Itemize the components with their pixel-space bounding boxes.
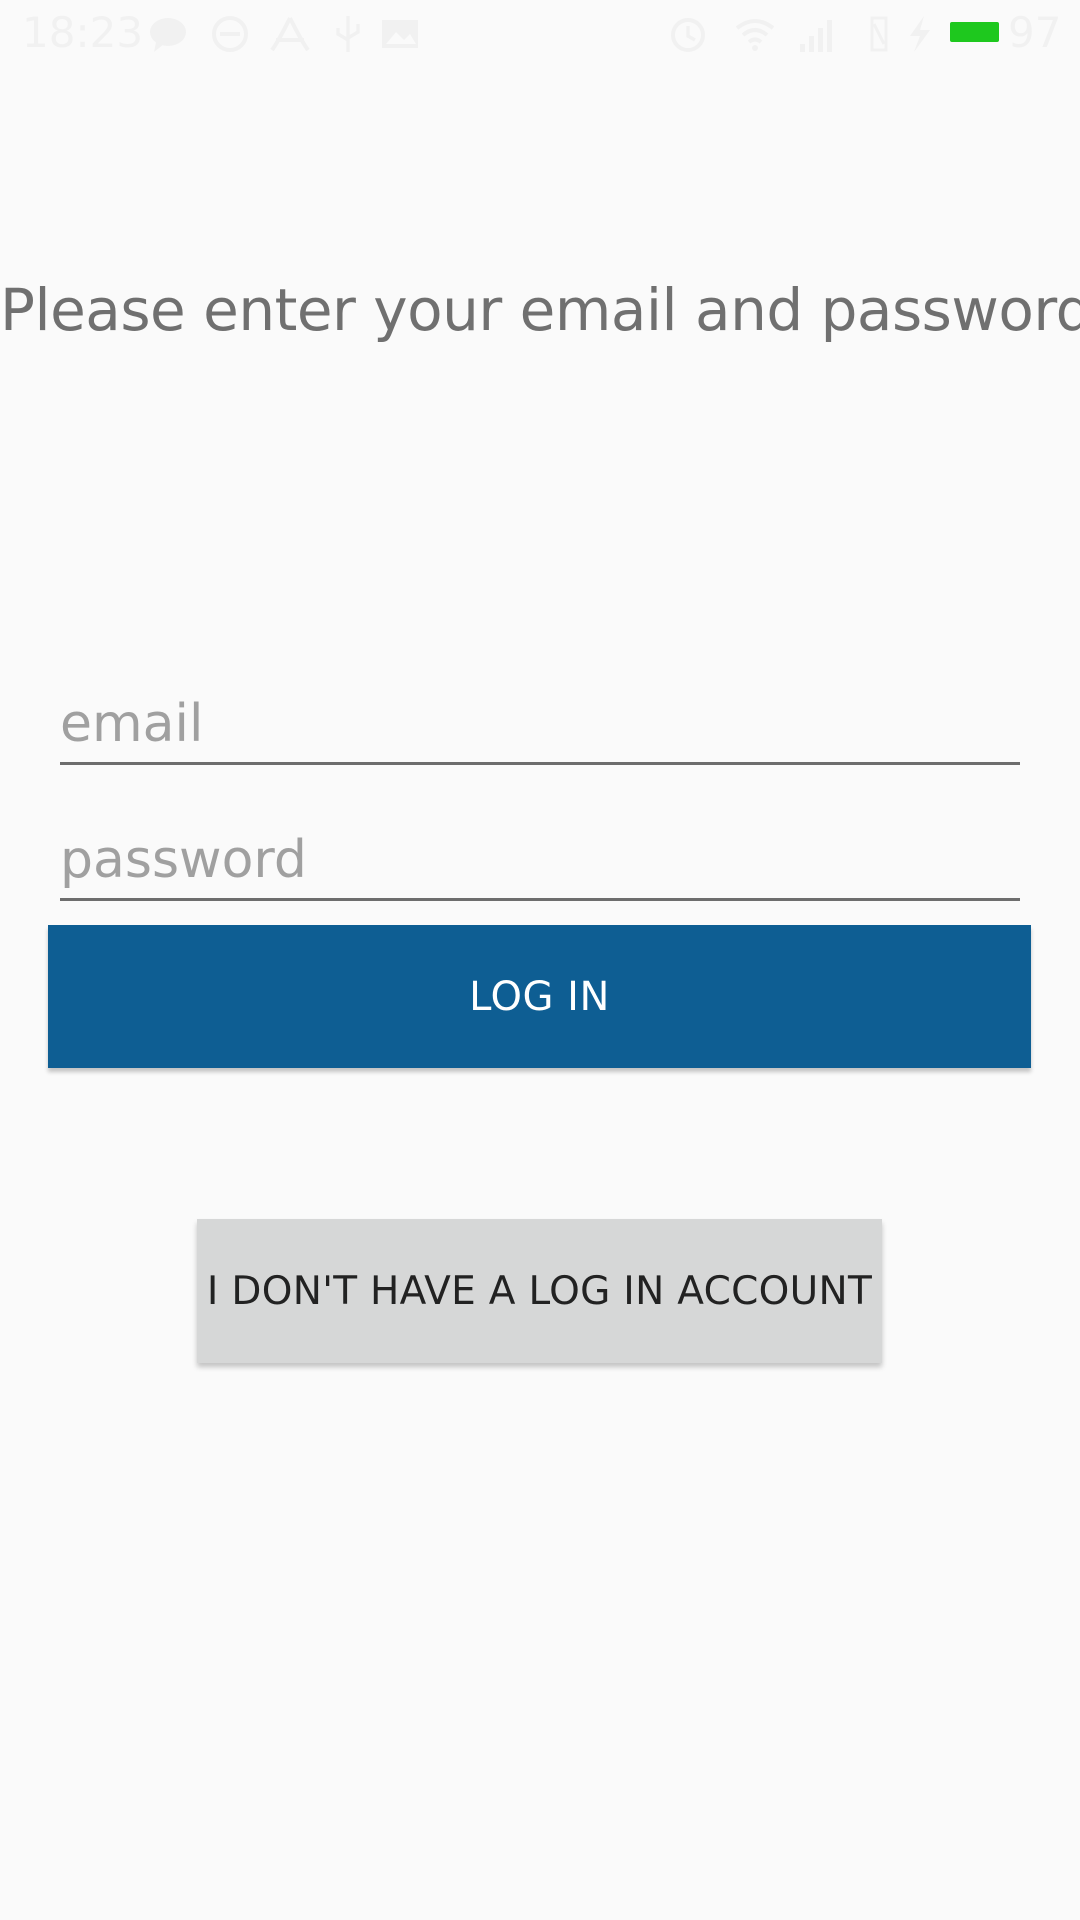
login-button[interactable]: LOG IN	[48, 925, 1031, 1068]
usb-icon	[328, 14, 368, 54]
battery-fill	[950, 22, 999, 42]
email-field[interactable]	[60, 686, 1020, 765]
charging-icon	[900, 14, 940, 54]
password-field[interactable]	[60, 822, 1020, 901]
status-bar: 18:23 97	[0, 0, 1080, 66]
alarm-icon	[668, 14, 708, 54]
chat-icon	[148, 14, 188, 54]
wifi-icon	[735, 14, 775, 54]
login-screen: 18:23 97 Please enter your email and pas…	[0, 0, 1080, 1920]
signal-icon	[798, 14, 838, 54]
no-account-button[interactable]: I DON'T HAVE A LOG IN ACCOUNT	[197, 1219, 882, 1363]
battery-icon	[950, 22, 1000, 42]
login-prompt: Please enter your email and password:	[0, 276, 1080, 344]
battery-level: 97	[1008, 8, 1062, 57]
image-icon	[380, 14, 420, 54]
status-time: 18:23	[22, 8, 144, 57]
pdf-icon	[270, 14, 310, 54]
sync-icon	[210, 14, 250, 54]
